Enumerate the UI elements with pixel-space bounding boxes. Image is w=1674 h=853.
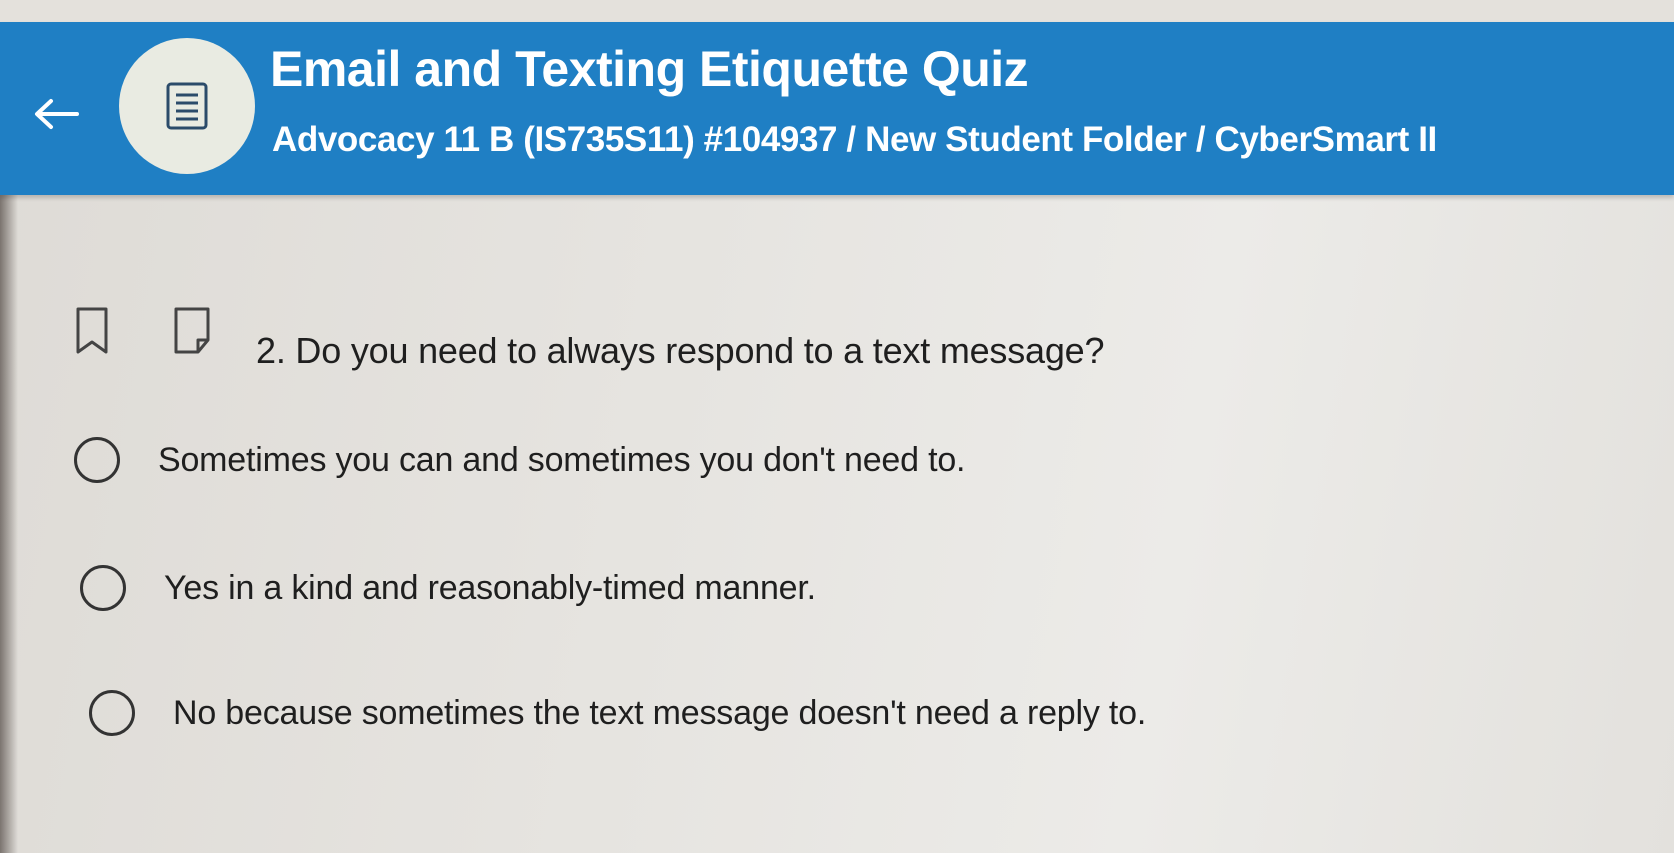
answer-option-3[interactable]: No because sometimes the text message do…	[89, 690, 1146, 736]
flag-question-button[interactable]	[170, 305, 214, 357]
arrow-left-icon	[35, 99, 79, 129]
quiz-avatar	[119, 38, 255, 174]
back-button[interactable]	[28, 86, 84, 142]
radio-button[interactable]	[89, 690, 135, 736]
question-text: 2. Do you need to always respond to a te…	[256, 330, 1105, 371]
bookmark-button[interactable]	[70, 305, 114, 357]
browser-top-strip	[0, 0, 1674, 22]
breadcrumb[interactable]: Advocacy 11 B (IS735S11) #104937 / New S…	[272, 120, 1437, 160]
option-label: Sometimes you can and sometimes you don'…	[158, 440, 966, 479]
option-label: No because sometimes the text message do…	[173, 693, 1147, 732]
quiz-page: Email and Texting Etiquette Quiz Advocac…	[0, 0, 1674, 853]
flag-icon	[174, 307, 210, 354]
answer-option-2[interactable]: Yes in a kind and reasonably-timed manne…	[80, 565, 816, 611]
bookmark-icon	[76, 307, 108, 354]
option-label: Yes in a kind and reasonably-timed manne…	[164, 568, 816, 607]
radio-button[interactable]	[80, 565, 126, 611]
radio-button[interactable]	[74, 437, 120, 483]
answer-option-1[interactable]: Sometimes you can and sometimes you don'…	[74, 437, 965, 483]
screen-edge-shadow	[0, 195, 18, 853]
page-title: Email and Texting Etiquette Quiz	[270, 41, 1029, 97]
document-list-icon	[166, 82, 208, 130]
quiz-header: Email and Texting Etiquette Quiz Advocac…	[0, 22, 1674, 195]
